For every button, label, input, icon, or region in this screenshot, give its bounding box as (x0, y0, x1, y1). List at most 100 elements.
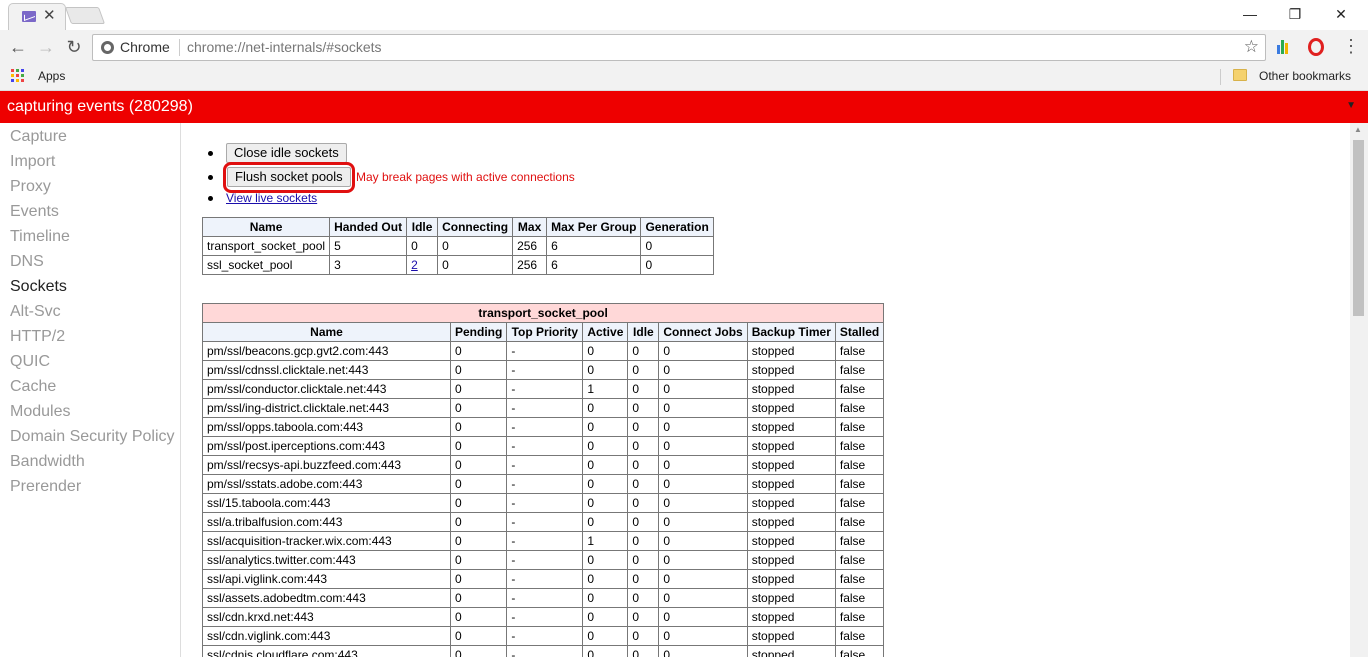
opera-icon[interactable] (1308, 38, 1324, 56)
table-cell: 0 (627, 341, 660, 361)
close-window-button[interactable]: ✕ (1318, 4, 1364, 24)
tab-strip: ✕ — ❐ ✕ (0, 0, 1368, 30)
column-header: Connecting (437, 217, 514, 237)
sidebar-item-import[interactable]: Import (10, 153, 55, 171)
sidebar-item-cache[interactable]: Cache (10, 378, 56, 396)
table-cell: ssl_socket_pool (201, 255, 331, 275)
restore-button[interactable]: ❐ (1272, 4, 1318, 24)
capture-status-text: capturing events (280298) (7, 98, 193, 115)
tab-close-icon[interactable]: ✕ (43, 7, 56, 25)
table-cell: ssl/analytics.twitter.com:443 (202, 550, 451, 570)
table-cell: false (834, 588, 885, 608)
bookmarks-bar: Apps Other bookmarks (0, 65, 1368, 91)
table-row: ssl/cdn.viglink.com:443 0-0 0 0 stopped false (202, 626, 885, 646)
flush-warning: May break pages with active connections (356, 170, 575, 184)
table-cell: - (506, 626, 584, 646)
table-cell: stopped (746, 455, 836, 475)
table-caption: transport_socket_pool (201, 303, 885, 323)
minimize-button[interactable]: — (1227, 4, 1273, 24)
table-cell: stopped (746, 531, 836, 551)
sidebar-item-prerender[interactable]: Prerender (10, 478, 81, 496)
sidebar-item-proxy[interactable]: Proxy (10, 178, 51, 196)
table-cell: 5 (329, 236, 408, 256)
table-cell: false (834, 417, 885, 437)
forward-icon[interactable]: → (34, 36, 58, 58)
table-cell: 0 (449, 360, 508, 380)
table-cell: - (506, 474, 584, 494)
table-cell: ssl/cdnjs.cloudflare.com:443 (202, 645, 451, 657)
table-cell: 0 (627, 417, 660, 437)
other-bookmarks[interactable]: Other bookmarks (1259, 69, 1351, 83)
idle-sockets-link[interactable]: 2 (411, 258, 418, 272)
sidebar-item-quic[interactable]: QUIC (10, 353, 50, 371)
folder-icon (1233, 69, 1247, 81)
table-cell: - (506, 360, 584, 380)
column-header: Max Per Group (546, 217, 642, 237)
table-cell: stopped (746, 360, 836, 380)
apps-grid-icon[interactable] (11, 69, 24, 82)
table-cell: 0 (640, 255, 714, 275)
table-cell: false (834, 341, 885, 361)
menu-icon[interactable]: ⋮ (1342, 35, 1360, 57)
table-cell: 6 (546, 255, 642, 275)
dropdown-arrow-icon[interactable]: ▼ (1346, 100, 1356, 111)
bullet (208, 175, 213, 180)
table-cell: 0 (449, 417, 508, 437)
sidebar-item-domain-security-policy[interactable]: Domain Security Policy (10, 428, 175, 446)
table-cell: 0 (582, 417, 629, 437)
browser-toolbar: ← → ↻ Chrome chrome://net-internals/#soc… (0, 30, 1368, 65)
scroll-up-icon[interactable]: ▲ (1354, 125, 1362, 134)
close-idle-sockets-button[interactable]: Close idle sockets (226, 143, 347, 163)
scrollbar-thumb[interactable] (1353, 140, 1364, 316)
new-tab-button[interactable] (64, 7, 106, 24)
reload-icon[interactable]: ↻ (62, 36, 86, 58)
socket-groups-table: transport_socket_pool Name Pending Top P… (201, 303, 885, 657)
page-scrollbar[interactable]: ▲ (1350, 123, 1368, 657)
sidebar-item-bandwidth[interactable]: Bandwidth (10, 453, 85, 471)
table-cell: stopped (746, 645, 836, 657)
sidebar-item-dns[interactable]: DNS (10, 253, 44, 271)
table-cell: pm/ssl/ing-district.clicktale.net:443 (202, 398, 451, 418)
omnibox-url[interactable]: chrome://net-internals/#sockets (187, 39, 382, 55)
browser-tab[interactable]: ✕ (8, 3, 66, 30)
table-cell: 0 (449, 455, 508, 475)
table-row: pm/ssl/conductor.clicktale.net:443 0-1 0 0 s… (202, 379, 885, 399)
table-cell: stopped (746, 436, 836, 456)
table-cell: 0 (658, 417, 748, 437)
table-cell: stopped (746, 588, 836, 608)
address-bar[interactable]: Chrome chrome://net-internals/#sockets ☆ (92, 34, 1266, 61)
column-header: Idle (406, 217, 439, 237)
sidebar: Capture Import Proxy Events Timeline DNS… (0, 123, 181, 657)
table-cell: 0 (658, 493, 748, 513)
table-cell: pm/ssl/post.iperceptions.com:443 (202, 436, 451, 456)
sidebar-item-sockets[interactable]: Sockets (10, 278, 67, 296)
table-cell: 0 (658, 645, 748, 657)
sidebar-item-modules[interactable]: Modules (10, 403, 70, 421)
column-header: Pending (449, 322, 508, 342)
apps-bookmark[interactable]: Apps (38, 69, 65, 83)
table-cell: 0 (582, 588, 629, 608)
table-cell: false (834, 398, 885, 418)
table-row: ssl/api.viglink.com:443 0-0 0 0 stopped false (202, 569, 885, 589)
sidebar-item-events[interactable]: Events (10, 203, 59, 221)
sidebar-item-timeline[interactable]: Timeline (10, 228, 70, 246)
table-cell: 0 (658, 474, 748, 494)
table-cell: 0 (627, 531, 660, 551)
table-cell: 0 (658, 341, 748, 361)
table-cell: 0 (449, 626, 508, 646)
view-live-sockets-link[interactable]: View live sockets (226, 191, 317, 205)
table-cell: 0 (582, 512, 629, 532)
back-icon[interactable]: ← (6, 36, 30, 58)
table-cell: false (834, 626, 885, 646)
sidebar-item-alt-svc[interactable]: Alt-Svc (10, 303, 61, 321)
table-cell: 0 (406, 236, 439, 256)
sidebar-item-capture[interactable]: Capture (10, 128, 67, 146)
table-cell: stopped (746, 493, 836, 513)
table-cell: 0 (627, 645, 660, 657)
star-icon[interactable]: ☆ (1244, 37, 1259, 57)
table-cell: 0 (449, 398, 508, 418)
table-row: ssl/acquisition-tracker.wix.com:443 0-1 0 0… (202, 531, 885, 551)
flush-socket-pools-button[interactable]: Flush socket pools (227, 167, 351, 187)
sidebar-item-http2[interactable]: HTTP/2 (10, 328, 65, 346)
extension-chart-icon[interactable] (1277, 38, 1291, 54)
